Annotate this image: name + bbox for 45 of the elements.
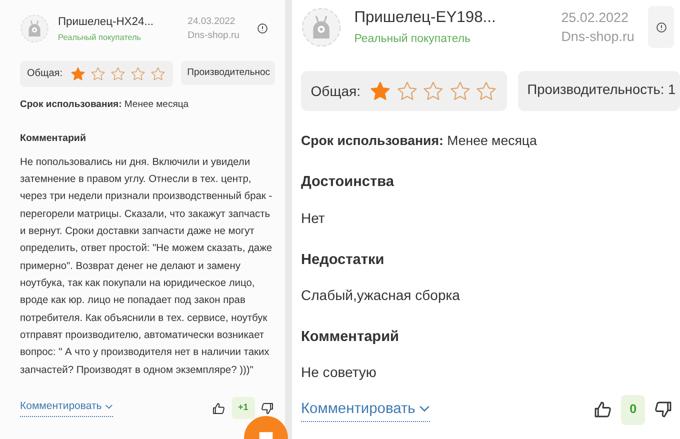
section-text: Не попользовались ни дня. Включили и увидели затемнение в правом углу. Отнесли в тех. центр, через три недели признали производственный брак - перегорели матрицы. Сказали, что закажут запчасть и вернут. Сроки доставки запчасти даже не могут определить, ответ простой: "Не можем сказать, даже примерно". Возврат денег не делают и замену ноутбука, так как покупали на юридическое лицо, вроде как юр. лицо не попадает под закон прав потребителя. Как объяснили в тех. сервисе, ноутбук отправят производителю, автоматически возникает вопрос: " А что у производителя нет в наличии таких запчастей? Производят в одном экземпляре? )))"	[20, 156, 274, 378]
empty-star-icon	[110, 66, 126, 82]
section-heading: Недостатки	[301, 250, 386, 270]
empty-star-icon	[396, 80, 418, 102]
filled-star-icon	[369, 80, 392, 102]
usage-period: Срок использования: Менее месяца	[301, 132, 538, 150]
vote-count: 0	[620, 394, 646, 425]
comment-link[interactable]: Комментировать	[20, 399, 113, 418]
performance-rating: Производительность: 1	[518, 70, 680, 111]
filled-star-icon	[70, 66, 86, 82]
thumbs-up-icon[interactable]	[211, 400, 226, 416]
usage-period: Срок использования: Менее месяца	[20, 98, 190, 112]
rating-label: Общая:	[310, 82, 360, 101]
performance-rating: Производительнос	[180, 60, 275, 86]
section-heading: Комментарий	[20, 132, 87, 146]
chevron-down-icon	[104, 404, 113, 410]
info-icon	[656, 22, 667, 33]
avatar-icon	[20, 14, 49, 44]
author-name: Пришелец-HX24...	[58, 14, 155, 30]
empty-star-icon	[130, 66, 146, 82]
section-text: Слабый,ужасная сборка	[301, 286, 461, 305]
thumbs-down-icon[interactable]	[260, 400, 275, 416]
review-source: Dns-shop.ru	[561, 28, 634, 46]
empty-star-icon	[474, 80, 498, 102]
info-button[interactable]	[648, 6, 674, 48]
vote-count: +1	[232, 397, 255, 419]
section-text: Нет	[301, 208, 326, 228]
chevron-down-icon	[419, 405, 430, 412]
empty-star-icon	[422, 80, 445, 102]
section-text: Не советую	[301, 363, 378, 382]
info-icon	[256, 23, 268, 34]
comment-link[interactable]: Комментировать	[301, 398, 430, 422]
buyer-status-label: Реальный покупатель	[58, 32, 142, 44]
review-date: 25.02.2022	[561, 8, 630, 27]
avatar-icon	[301, 6, 342, 48]
review-date: 24.03.2022	[188, 15, 236, 29]
author-name: Пришелец-EY198...	[354, 8, 497, 28]
buyer-status-label: Реальный покупатель	[354, 32, 472, 48]
rating-label: Общая:	[27, 67, 62, 82]
review-source: Dns-shop.ru	[188, 28, 240, 43]
empty-star-icon	[150, 66, 166, 82]
empty-star-icon	[90, 66, 106, 82]
section-heading: Комментарий	[301, 328, 400, 347]
empty-star-icon	[448, 80, 471, 102]
section-heading: Достоинства	[301, 173, 395, 192]
